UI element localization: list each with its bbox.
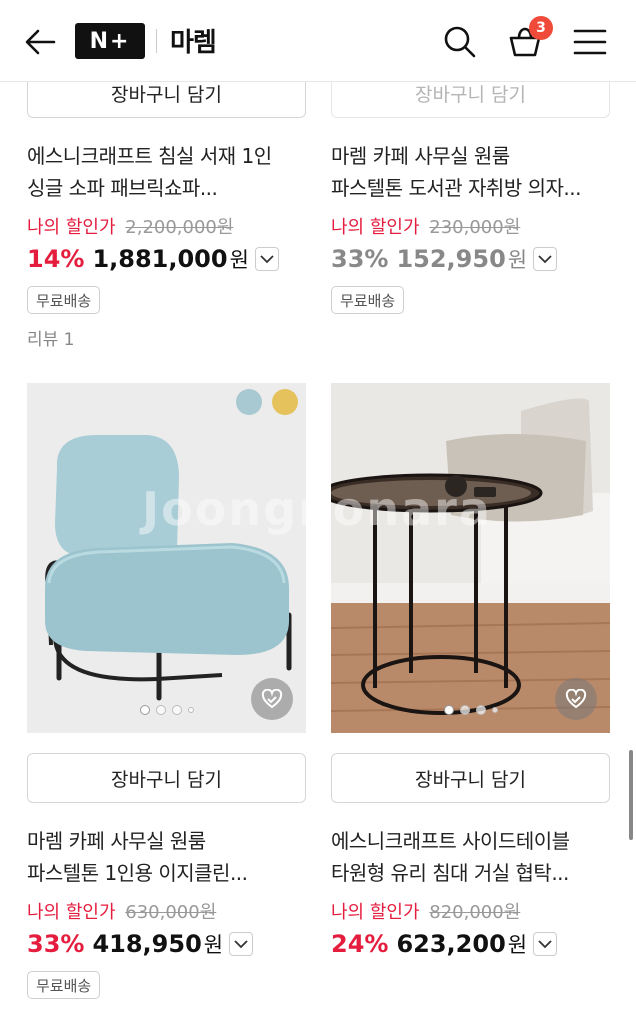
original-price: 630,000원 [125,902,217,923]
original-price: 820,000원 [429,902,521,923]
price-row: 24% 623,200 원 [331,929,558,959]
wishlist-heart-icon[interactable] [251,678,293,720]
app-header: N+ 마렘 3 [0,0,636,82]
discount-info: 나의 할인가 2,200,000원 [27,213,233,239]
chevron-down-icon[interactable] [533,247,558,271]
menu-icon[interactable] [568,20,612,64]
discount-percent: 33% [331,245,389,273]
free-shipping-tag: 무료배송 [27,971,101,999]
chevron-down-icon[interactable] [533,932,558,956]
product-title[interactable]: 에스니크래프트 사이드테이블 타원형 유리 침대 거실 협탁... [331,825,616,889]
currency-unit: 원 [507,933,528,957]
sale-price: 152,950 [396,245,506,273]
original-price: 230,000원 [429,217,521,238]
price-row: 14% 1,881,000 원 [27,244,279,274]
sale-price: 623,200 [396,930,506,958]
product-title-line: 에스니크래프트 침실 서재 1인 [27,144,272,168]
cart-icon[interactable]: 3 [503,16,553,64]
add-to-cart-button[interactable]: 장바구니 담기 [331,753,610,803]
product-title-line: 에스니크래프트 사이드테이블 [331,829,570,853]
pagination-dot[interactable] [155,705,166,715]
chevron-down-icon[interactable] [229,932,254,956]
wishlist-heart-icon[interactable] [555,678,597,720]
review-count[interactable]: 리뷰 1 [27,325,75,350]
nplus-logo[interactable]: N+ [75,23,145,59]
cart-count-badge: 3 [529,16,553,40]
discount-label: 나의 할인가 [27,217,116,238]
pagination-dot[interactable] [491,707,498,713]
pagination-dot[interactable] [187,707,194,713]
chevron-down-icon[interactable] [254,247,279,271]
free-shipping-tag: 무료배송 [331,286,405,314]
pagination-dot[interactable] [443,705,454,715]
back-arrow-icon[interactable] [20,22,60,62]
price-row: 33% 418,950 원 [27,929,254,959]
pagination-dot[interactable] [459,705,470,715]
discount-label: 나의 할인가 [331,902,420,923]
product-title-line: 파스텔톤 도서관 자취방 의자... [331,176,581,200]
product-image[interactable] [27,383,306,733]
search-icon[interactable] [438,20,482,64]
currency-unit: 원 [229,248,249,272]
discount-info: 나의 할인가 820,000원 [331,898,520,924]
add-to-cart-button[interactable]: 장바구니 담기 [27,753,306,803]
product-title-line: 타원형 유리 침대 거실 협탁... [331,861,569,885]
discount-percent: 14% [27,245,85,273]
brand-divider [156,29,157,53]
pagination-dot[interactable] [171,705,182,715]
product-image[interactable] [331,383,610,733]
pagination-dot[interactable] [475,705,486,715]
pagination-dot[interactable] [139,705,150,715]
discount-percent: 24% [331,930,389,958]
product-title-line: 마렘 카페 사무실 원룸 [27,829,206,853]
product-title[interactable]: 마렘 카페 사무실 원룸 파스텔톤 도서관 자취방 의자... [331,140,616,204]
product-title-line: 싱글 소파 패브릭쇼파... [27,176,218,200]
sale-price: 418,950 [92,930,202,958]
free-shipping-tag: 무료배송 [27,286,101,314]
currency-unit: 원 [203,933,224,957]
price-row: 33% 152,950 원 [331,244,558,274]
product-title[interactable]: 에스니크래프트 침실 서재 1인 싱글 소파 패브릭쇼파... [27,140,312,204]
sale-price: 1,881,000 [92,245,228,273]
product-title-line: 마렘 카페 사무실 원룸 [331,144,510,168]
color-swatch-blue[interactable] [236,389,262,415]
color-swatch-yellow[interactable] [272,389,298,415]
discount-info: 나의 할인가 230,000원 [331,213,520,239]
watermark-text: Joongnonara [142,482,492,536]
currency-unit: 원 [507,248,528,272]
product-title[interactable]: 마렘 카페 사무실 원룸 파스텔톤 1인용 이지클린... [27,825,312,889]
discount-label: 나의 할인가 [331,217,420,238]
original-price: 2,200,000원 [125,217,234,238]
discount-info: 나의 할인가 630,000원 [27,898,216,924]
product-title-line: 파스텔톤 1인용 이지클린... [27,861,248,885]
scrollbar[interactable] [629,750,633,840]
discount-percent: 33% [27,930,85,958]
brand-name[interactable]: 마렘 [170,22,217,59]
discount-label: 나의 할인가 [27,902,116,923]
